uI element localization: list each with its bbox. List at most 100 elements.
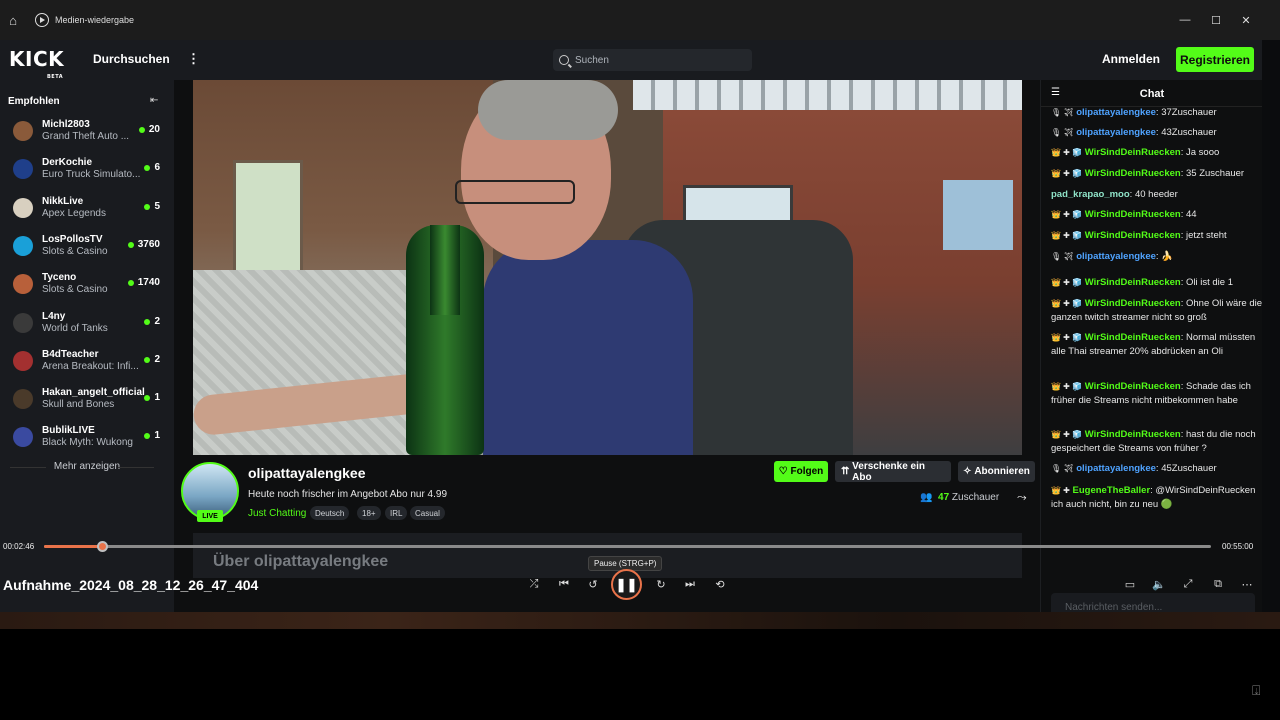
browse-link[interactable]: Durchsuchen: [93, 52, 170, 66]
sidebar-viewer-count: 5: [154, 200, 160, 212]
gift-sub-button[interactable]: ⇈ Verschenke ein Abo: [835, 461, 951, 483]
sidebar-channel-item[interactable]: NikkLive Apex Legends 5: [0, 189, 174, 227]
chat-username[interactable]: olipattayalengkee: [1076, 251, 1156, 262]
viewers-icon: 👥: [920, 492, 939, 503]
sidebar-viewer-count: 1: [154, 392, 160, 404]
chat-message: 👑 ✚ 🧊 WirSindDeinRuecken: 44: [1051, 208, 1262, 222]
forward-30-icon[interactable]: ↻: [653, 576, 669, 592]
tag-irl[interactable]: IRL: [385, 506, 408, 520]
subtitles-icon[interactable]: ▭: [1122, 576, 1138, 592]
sidebar-channel-item[interactable]: L4ny World of Tanks 2: [0, 304, 174, 342]
tag-casual[interactable]: Casual: [410, 506, 445, 520]
video-person-glasses: [455, 180, 575, 204]
tag-language[interactable]: Deutsch: [310, 506, 350, 520]
more-options-icon[interactable]: ⋯: [1239, 576, 1255, 592]
home-icon[interactable]: ⌂: [4, 13, 22, 28]
sidebar-channel-item[interactable]: BublikLIVE Black Myth: Wukong 1: [0, 418, 174, 456]
sidebar-channel-item[interactable]: Hakan_angelt_official Skull and Bones 1: [0, 380, 174, 418]
chat-username[interactable]: olipattayalengkee: [1076, 107, 1156, 118]
sidebar-channel-name: B4dTeacher: [42, 348, 99, 360]
channel-avatar-small: [13, 389, 33, 410]
gift-icon: ⇈: [841, 466, 853, 477]
seek-bar-progress: [44, 545, 103, 548]
video-bottle-neck: [430, 225, 460, 315]
desktop-background-strip: [0, 612, 1280, 629]
chat-input[interactable]: Nachrichten senden...: [1051, 593, 1255, 612]
share-icon[interactable]: ⤳: [1017, 490, 1027, 505]
channel-avatar-small: [13, 197, 33, 218]
chat-username[interactable]: WirSindDeinRuecken: [1085, 230, 1181, 241]
channel-avatar-small: [13, 121, 33, 141]
chat-username[interactable]: WirSindDeinRuecken: [1085, 147, 1181, 158]
miniplayer-icon[interactable]: ⧉: [1210, 576, 1226, 592]
collapse-sidebar-icon[interactable]: ⇤: [150, 95, 158, 106]
live-dot-icon: [144, 356, 151, 363]
tag-age[interactable]: 18+: [357, 506, 381, 520]
sidebar-channel-item[interactable]: Michl2803 Grand Theft Auto ... 20: [0, 112, 174, 150]
show-more-link[interactable]: Mehr anzeigen: [0, 461, 174, 472]
sidebar-viewer-count: 3760: [137, 238, 160, 250]
search-input[interactable]: Suchen: [553, 49, 752, 71]
sidebar-channel-item[interactable]: LosPollosTV Slots & Casino 3760: [0, 227, 174, 265]
chat-message: 🎙 ✈ olipattayalengkee: 45Zuschauer: [1051, 462, 1262, 476]
channel-name[interactable]: olipattayalengkee: [248, 465, 366, 481]
chat-username[interactable]: olipattayalengkee: [1076, 463, 1156, 474]
previous-icon[interactable]: ⏮: [556, 576, 572, 592]
chat-badges-icon: 👑 ✚ 🧊: [1051, 382, 1083, 391]
chat-message: 👑 ✚ 🧊 WirSindDeinRuecken: Schade das ich…: [1051, 380, 1262, 408]
sidebar: Empfohlen ⇤ Michl2803 Grand Theft Auto ..…: [0, 80, 174, 612]
maximize-button[interactable]: ☐: [1201, 0, 1231, 40]
register-button[interactable]: Registrieren: [1176, 47, 1254, 72]
close-button[interactable]: ✕: [1231, 0, 1261, 40]
repeat-off-icon[interactable]: ⟲: [712, 576, 728, 592]
sidebar-channel-item[interactable]: Tyceno Slots & Casino 1740: [0, 265, 174, 303]
subscribe-label: Abonnieren: [974, 466, 1030, 477]
chat-username[interactable]: WirSindDeinRuecken: [1085, 209, 1181, 220]
chat-username[interactable]: olipattayalengkee: [1076, 127, 1156, 138]
chat-header: ☰ Chat: [1041, 80, 1262, 107]
more-menu-icon[interactable]: ⋮: [187, 51, 200, 67]
subscribe-button[interactable]: ✧ Abonnieren: [958, 461, 1035, 482]
chat-username[interactable]: WirSindDeinRuecken: [1085, 298, 1181, 309]
pause-button[interactable]: ❚❚: [611, 569, 642, 600]
sidebar-channel-name: BublikLIVE: [42, 425, 95, 437]
chat-username[interactable]: WirSindDeinRuecken: [1085, 429, 1181, 440]
chat-username[interactable]: WirSindDeinRuecken: [1085, 277, 1181, 288]
shuffle-icon[interactable]: ⤮: [526, 576, 542, 592]
stream-category[interactable]: Just Chatting: [248, 508, 306, 519]
live-dot-icon: [144, 165, 151, 172]
chat-text: : 35 Zuschauer: [1180, 168, 1245, 179]
rewind-10-icon[interactable]: ↺: [585, 576, 601, 592]
sidebar-channel-category: World of Tanks: [42, 322, 108, 334]
channel-avatar-small: [13, 427, 33, 448]
sidebar-channel-item[interactable]: B4dTeacher Arena Breakout: Infi... 2: [0, 342, 174, 380]
chat-text: : 🍌: [1155, 251, 1174, 262]
login-button[interactable]: Anmelden: [1102, 52, 1160, 66]
video-person-hair: [478, 80, 618, 140]
follow-button[interactable]: ♡ Folgen: [774, 461, 828, 482]
sidebar-channel-category: Arena Breakout: Infi...: [42, 360, 139, 372]
chat-username[interactable]: pad_krapao_moo: [1051, 189, 1130, 200]
chat-username[interactable]: WirSindDeinRuecken: [1085, 332, 1181, 343]
chat-username[interactable]: EugeneTheBaller: [1073, 485, 1151, 496]
chat-badges-icon: 🎙 ✈: [1051, 252, 1074, 261]
sidebar-viewer-count: 20: [148, 124, 160, 135]
channel-avatar-small: [13, 312, 33, 333]
chat-message: 👑 ✚ 🧊 WirSindDeinRuecken: jetzt steht: [1051, 229, 1262, 243]
next-icon[interactable]: ⏭: [682, 576, 698, 592]
sidebar-channel-name: NikkLive: [42, 195, 84, 207]
volume-icon[interactable]: 🔈: [1151, 576, 1167, 592]
total-time: 00:55:00: [1222, 542, 1254, 551]
channel-avatar-small: [13, 235, 33, 256]
chat-badges-icon: 👑 ✚ 🧊: [1051, 430, 1083, 439]
minimize-button[interactable]: —: [1170, 0, 1200, 40]
seek-bar[interactable]: [44, 541, 1211, 552]
chat-message: 👑 ✚ 🧊 WirSindDeinRuecken: Normal müssten…: [1051, 331, 1262, 359]
kick-logo[interactable]: KICK BETA: [9, 49, 64, 80]
fullscreen-icon[interactable]: ⤢: [1180, 576, 1196, 592]
sidebar-channel-item[interactable]: DerKochie Euro Truck Simulato... 6: [0, 150, 174, 188]
sidebar-channel-category: Euro Truck Simulato...: [42, 169, 141, 181]
chat-username[interactable]: WirSindDeinRuecken: [1085, 381, 1181, 392]
chat-username[interactable]: WirSindDeinRuecken: [1085, 168, 1181, 179]
video-stream[interactable]: [193, 80, 1022, 455]
